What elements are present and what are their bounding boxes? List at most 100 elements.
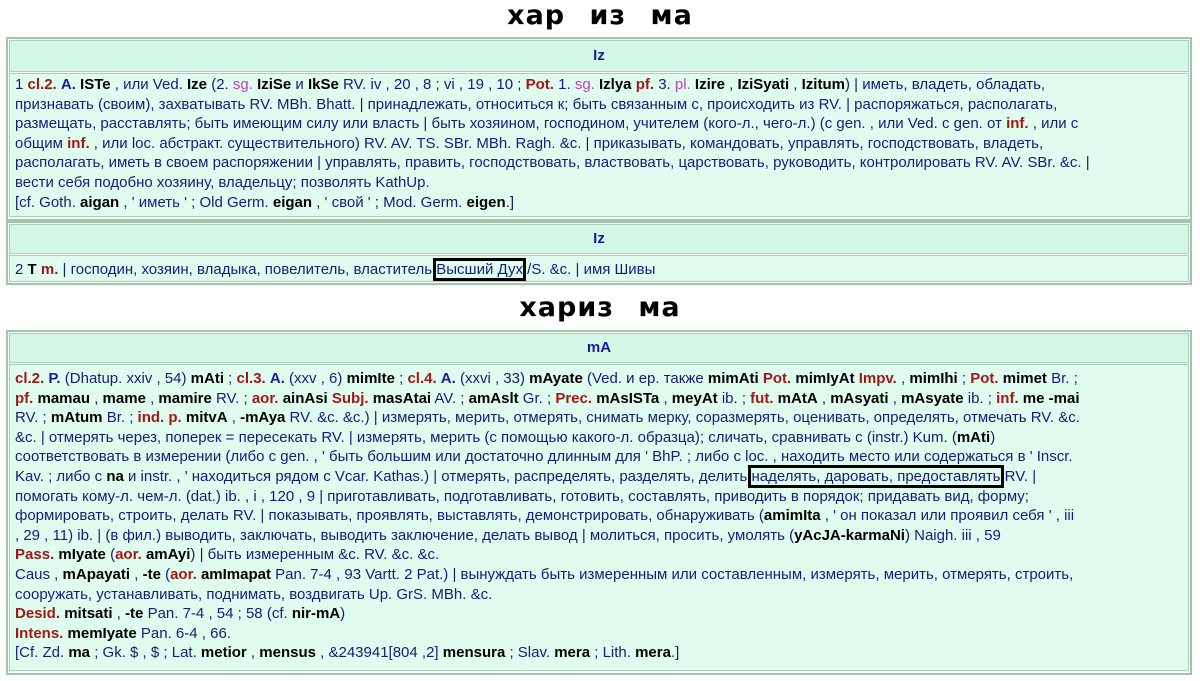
grammar-tag: aor.	[115, 546, 142, 564]
sanskrit-form: mera	[554, 644, 591, 662]
body-text: Gr. ;	[518, 389, 556, 407]
sanskrit-form: mAsISTa	[596, 389, 660, 407]
body-text: ; Gk. $ , $ ; Lat.	[90, 644, 201, 662]
body-text: вести себя подобно хозяину, владельцу; п…	[15, 173, 430, 191]
body-text: и	[291, 76, 308, 93]
body-text: размещать, расставлять; быть имеющим сил…	[15, 115, 1007, 133]
body-line: RV. ; mAtum Br. ; ind. p. mitvA , -mAya …	[15, 408, 1183, 428]
body-line: признавать (своим), захватывать RV. MBh.…	[15, 95, 1183, 115]
body-text: Pan. 6-4 , 66.	[136, 624, 231, 642]
body-text: признавать (своим), захватывать RV. MBh.…	[15, 95, 1058, 113]
grammar-tag: cl.2.	[15, 370, 45, 387]
body-text: (	[160, 565, 171, 583]
sanskrit-form: eigen	[466, 193, 506, 211]
body-text: AV. ;	[431, 389, 469, 407]
body-text: , 29 , 11) ib. | (в фил.) выводить, закл…	[15, 526, 795, 544]
grammar-tag: pf.	[635, 76, 655, 93]
sanskrit-form: mensus	[259, 644, 316, 662]
body-text: .]	[670, 644, 680, 662]
grammar-tag: aor.	[251, 389, 279, 407]
grammar-tag: Subj.	[331, 389, 369, 407]
body-line: общим inf. , или loc. абстракт. существи…	[15, 134, 1183, 154]
sanskrit-form: nir-mA	[291, 605, 341, 623]
body-text: ,	[789, 76, 802, 93]
entry-headword: mA	[9, 333, 1189, 363]
body-text: общим	[15, 134, 68, 152]
body-text: соответствовать в измерении (либо с gen.…	[15, 448, 1073, 466]
grammar-tag: inf.	[996, 389, 1019, 407]
body-text: Kav. ; либо с	[15, 467, 107, 485]
body-line: [cf. Goth. aigan , ' иметь ' ; Old Germ.…	[15, 193, 1183, 213]
body-line: сооружать, устанавливать, поднимать, воз…	[15, 585, 1183, 605]
body-line: Kav. ; либо с na и instr. , ' находиться…	[15, 464, 1183, 488]
sanskrit-form: mitvA	[185, 409, 228, 427]
grammar-tag: pf.	[15, 389, 34, 407]
grammar-tag: cl.2.	[27, 76, 57, 93]
body-text: )	[990, 428, 996, 446]
number-tag: pl.	[674, 76, 691, 93]
sanskrit-form: T	[27, 261, 37, 278]
body-text: 3.	[654, 76, 675, 93]
body-text: располагать, иметь в своем распоряжении …	[15, 154, 1090, 172]
class-tag: A.	[269, 370, 285, 387]
body-text: 2	[15, 261, 28, 278]
body-text: , ' он показал или проявил себя ' , iii	[820, 507, 1075, 525]
grammar-tag: Prec.	[555, 389, 593, 407]
body-text: .]	[505, 193, 515, 211]
body-text: )	[340, 605, 346, 623]
sanskrit-form: me -mai	[1022, 389, 1080, 407]
body-text: ,	[90, 389, 103, 407]
body-text: Br. ;	[1046, 370, 1078, 387]
grammar-tag: aor.	[170, 565, 197, 583]
body-line: формировать, строить, делать RV. | показ…	[15, 506, 1183, 526]
body-text: формировать, строить, делать RV. | показ…	[15, 507, 764, 525]
body-text: ib. ;	[717, 389, 751, 407]
body-text: RV. |	[1000, 467, 1037, 485]
body-line: 2 T m. | господин, хозяин, владыка, пове…	[15, 258, 1183, 281]
body-text: помогать кому-л. чем-л. (dat.) ib. , i ,…	[15, 487, 1029, 505]
body-text: , ' иметь ' ; Old Germ.	[119, 193, 273, 211]
sanskrit-form: mAtum	[50, 409, 103, 427]
sanskrit-form: mimIyAt	[795, 370, 855, 387]
body-text: RV. &c. &c.) | измерять, мерить, отмерят…	[285, 409, 1080, 427]
sanskrit-form: aigan	[80, 193, 120, 211]
number-tag: sg.	[574, 76, 595, 93]
highlight-box: наделять, даровать, предоставлять	[748, 464, 1004, 488]
sanskrit-form: amAslt	[468, 389, 519, 407]
heading-top: хар из ма	[507, 0, 693, 31]
body-text: , или с	[1028, 115, 1079, 133]
sanskrit-form: mAsyati	[830, 389, 889, 407]
entry-headword: Iz	[9, 224, 1189, 254]
body-text: [cf. Goth.	[15, 193, 81, 211]
body-line: pf. mamau , mame , mamire RV. ; aor. ain…	[15, 389, 1183, 409]
sanskrit-form: mIyate	[58, 546, 106, 564]
body-text: сооружать, устанавливать, поднимать, воз…	[15, 585, 493, 603]
grammar-tag: inf.	[1006, 115, 1029, 133]
entry-box-1: Iz 1 cl.2. A. ISTe , или Ved. Ize (2. sg…	[6, 37, 1192, 221]
body-text: ,	[145, 389, 159, 407]
body-line: размещать, расставлять; быть имеющим сил…	[15, 114, 1183, 134]
body-text: ,	[112, 605, 126, 623]
grammar-tag: Intens.	[15, 624, 64, 642]
body-text: ;	[957, 370, 971, 387]
body-line: вести себя подобно хозяину, владельцу; п…	[15, 173, 1183, 193]
body-text: (Dhatup. xxiv , 54)	[60, 370, 191, 387]
sanskrit-form: eigan	[272, 193, 313, 211]
sanskrit-form: -mAya	[240, 409, 286, 427]
grammar-tag: Pass.	[15, 546, 55, 564]
body-line: , 29 , 11) ib. | (в фил.) выводить, закл…	[15, 526, 1183, 546]
body-line: 1 cl.2. A. ISTe , или Ved. Ize (2. sg. I…	[15, 75, 1183, 95]
sanskrit-form: mimet	[1002, 370, 1047, 387]
sanskrit-form: mApayati	[62, 565, 131, 583]
grammar-tag: fut.	[750, 389, 774, 407]
sanskrit-form: amImapat	[200, 565, 271, 583]
sanskrit-form: Izitum	[801, 76, 845, 93]
number-tag: sg.	[232, 76, 253, 93]
body-line: Pass. mIyate (aor. amAyi) | быть измерен…	[15, 545, 1183, 565]
sanskrit-form: mame	[102, 389, 146, 407]
body-text: | господин, хозяин, владыка, повелитель,…	[58, 261, 437, 278]
body-text: (	[105, 546, 116, 564]
body-text: ,	[817, 389, 831, 407]
body-text: , или loc. абстракт. существительного) R…	[89, 134, 1044, 152]
body-text: (xxv , 6)	[284, 370, 347, 387]
